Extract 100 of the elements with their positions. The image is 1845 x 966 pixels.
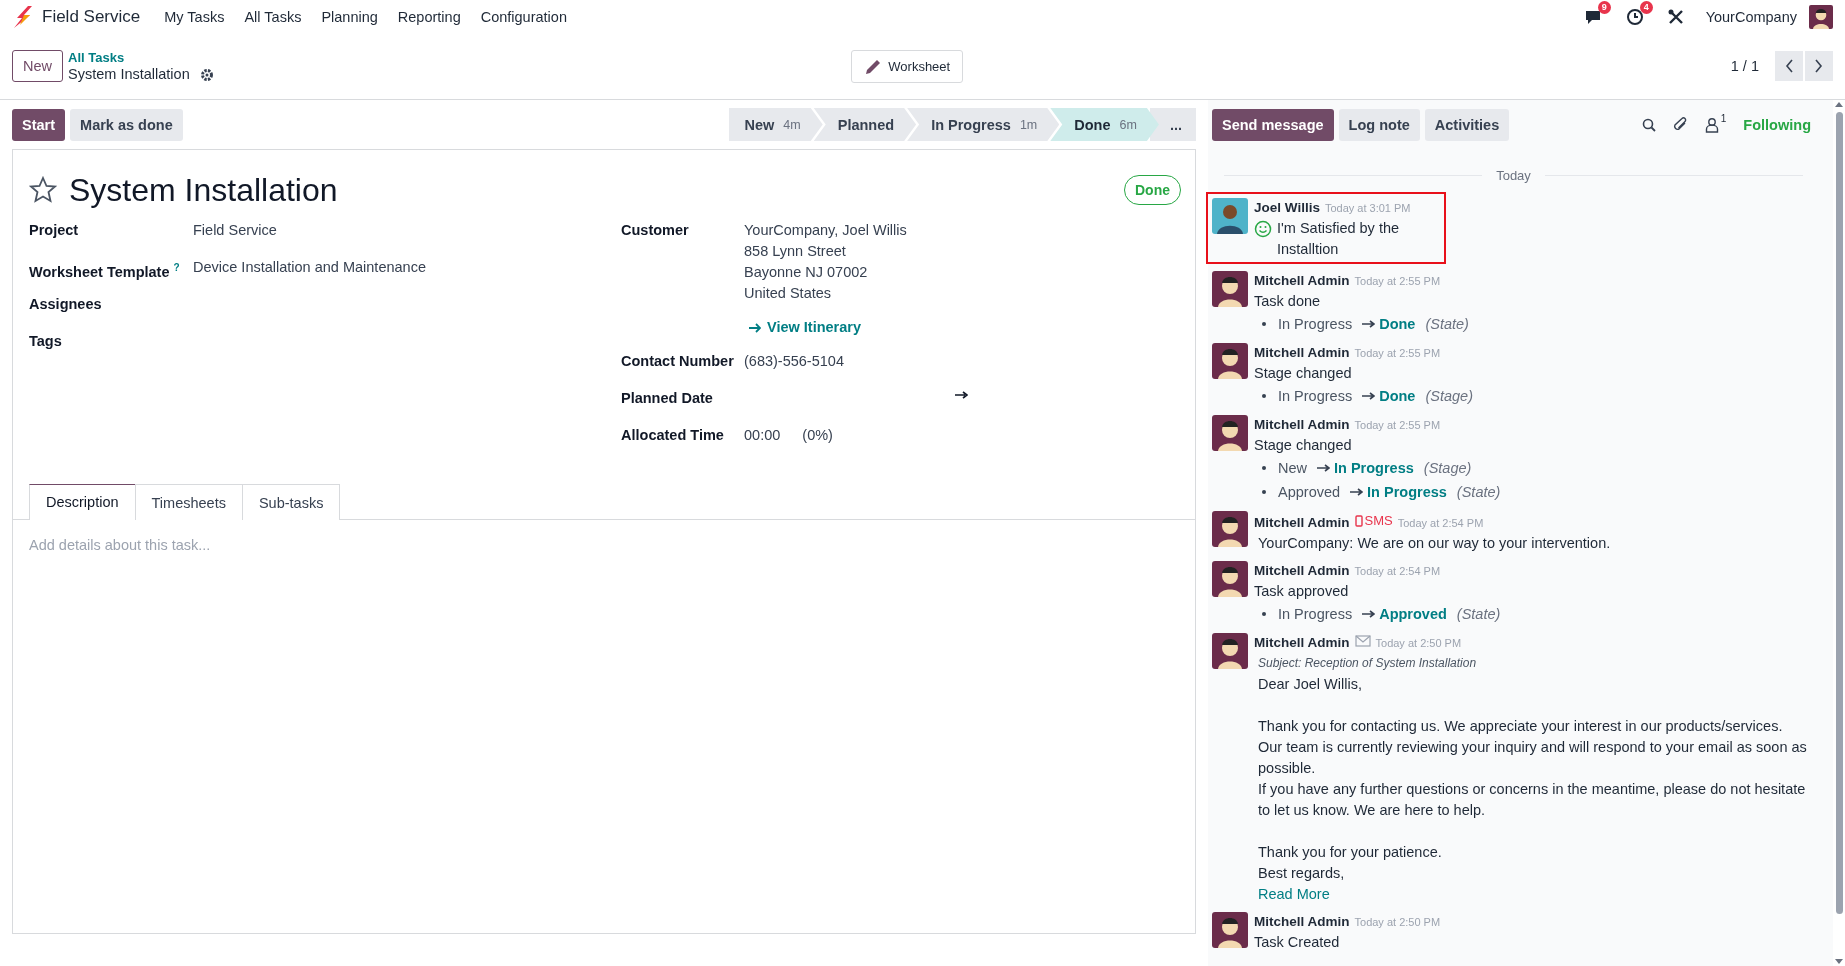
email-text: Our team is currently reviewing your inquiry and will respond to your email as soon as possible. [1258, 738, 1808, 778]
star-icon[interactable] [29, 176, 57, 204]
person-icon [1704, 116, 1719, 133]
email-text: Thank you for your patience. [1258, 843, 1443, 862]
arrow-right-icon [1350, 487, 1364, 497]
address-line[interactable]: YourCompany, Joel Willis [744, 220, 907, 241]
menu-item[interactable]: Configuration [470, 8, 577, 25]
envelope-icon [1354, 635, 1371, 647]
itinerary-link[interactable]: View Itinerary [748, 317, 907, 338]
app-logo-icon[interactable] [12, 5, 32, 28]
paperclip-icon[interactable] [1672, 117, 1688, 132]
log-note-button[interactable]: Log note [1338, 108, 1420, 141]
menu-item[interactable]: My Tasks [154, 8, 235, 25]
clock-icon[interactable] [1625, 7, 1644, 26]
arrow-right-icon [1317, 463, 1330, 473]
old-value: In Progress [1278, 605, 1353, 624]
old-value: In Progress [1278, 315, 1353, 334]
tab[interactable]: Timesheets [134, 484, 243, 520]
author-name[interactable]: Mitchell Admin [1254, 513, 1350, 533]
tools-icon[interactable] [1667, 8, 1684, 25]
send-message-button[interactable]: Send message [1212, 108, 1334, 141]
avatar [1212, 912, 1248, 948]
bullet-icon [1262, 612, 1266, 616]
field-value[interactable]: Field Service [193, 220, 277, 241]
app-name[interactable]: Field Service [42, 6, 141, 27]
old-value: New [1278, 459, 1307, 478]
field-label: Planned Date [621, 389, 714, 408]
stage-button[interactable]: New 4m [728, 108, 823, 141]
arrow-right-icon [1362, 609, 1376, 619]
avatar [1212, 415, 1248, 451]
field-label: Assignees [29, 296, 102, 312]
smiley-icon [1254, 220, 1272, 238]
stage-button[interactable]: Done 6m [1050, 108, 1159, 141]
message-time: Today at 2:55 PM [1354, 346, 1441, 361]
avatar [1212, 343, 1248, 379]
field-label: Contact Number [621, 352, 735, 371]
new-value: Done [1379, 387, 1416, 406]
tab[interactable]: Description [29, 484, 136, 520]
record-name: System Installation [68, 66, 190, 83]
activities-button[interactable]: Activities [1424, 108, 1510, 141]
author-name[interactable]: Mitchell Admin [1254, 912, 1350, 932]
author-name[interactable]: Mitchell Admin [1254, 561, 1350, 581]
worksheet-button[interactable]: Worksheet [851, 49, 964, 83]
next-button[interactable] [1805, 51, 1833, 81]
tab[interactable]: Sub-tasks [241, 484, 341, 520]
chevron-right-icon [1814, 59, 1824, 73]
menu-item[interactable]: Planning [311, 8, 388, 25]
breadcrumb-link[interactable]: All Tasks [68, 49, 214, 66]
scrollbar[interactable] [1833, 100, 1845, 966]
menu-item[interactable]: All Tasks [234, 8, 312, 25]
chat-icon[interactable] [1583, 8, 1602, 25]
menu-item[interactable]: Reporting [387, 8, 471, 25]
notification-badge: 9 [1597, 1, 1611, 14]
avatar [1212, 511, 1248, 547]
author-name[interactable]: Mitchell Admin [1254, 633, 1350, 653]
pencil-icon [864, 57, 882, 75]
avatar[interactable] [1809, 4, 1833, 29]
scroll-down-icon [1834, 958, 1844, 966]
old-value: Approved [1278, 483, 1341, 502]
read-more-link[interactable]: Read More [1258, 886, 1330, 902]
previous-button[interactable] [1775, 51, 1803, 81]
field-name: (State) [1456, 483, 1501, 502]
message-body: YourCompany: We are on our way to your intervention. [1257, 534, 1612, 553]
field-value[interactable]: (683)-556-5104 [744, 351, 844, 372]
email-text: Dear Joel Willis, [1258, 675, 1363, 694]
more-stages-button[interactable]: ... [1149, 108, 1196, 141]
arrow-right-icon [1362, 391, 1376, 401]
field-value[interactable]: 00:00 [744, 425, 781, 446]
new-value: Done [1379, 315, 1416, 334]
message-time: Today at 2:55 PM [1354, 418, 1441, 433]
author-name[interactable]: Mitchell Admin [1254, 415, 1350, 435]
stage-button[interactable]: In Progress 1m [907, 108, 1060, 141]
date-separator: Today [1496, 168, 1531, 183]
sms-tag: SMS [1354, 511, 1393, 531]
bullet-icon [1262, 322, 1266, 326]
help-icon[interactable]: ? [173, 262, 180, 273]
author-name[interactable]: Mitchell Admin [1254, 271, 1350, 291]
field-name: (State) [1425, 315, 1469, 334]
stage-button[interactable]: Planned [813, 108, 917, 141]
field-name: (Stage) [1423, 459, 1472, 478]
address-line[interactable]: 858 Lynn Street [744, 241, 907, 262]
field-value[interactable]: Device Installation and Maintenance [193, 257, 426, 278]
field-label: Allocated Time [621, 426, 725, 445]
company-switcher[interactable]: YourCompany [1705, 8, 1797, 25]
new-button[interactable]: New [12, 50, 63, 82]
followers-button[interactable]: 1 [1704, 116, 1727, 133]
record-title: System Installation [69, 171, 339, 209]
address-line[interactable]: Bayonne NJ 07002 [744, 262, 907, 283]
email-text: Best regards, [1258, 864, 1346, 883]
bullet-icon [1262, 490, 1266, 494]
percent-value: (0%) [802, 426, 833, 445]
gear-icon[interactable] [199, 67, 214, 82]
start-button[interactable]: Start [12, 108, 66, 141]
author-name[interactable]: Joel Willis [1254, 198, 1320, 218]
author-name[interactable]: Mitchell Admin [1254, 343, 1350, 363]
address-line[interactable]: United States [744, 283, 907, 304]
mark-done-button[interactable]: Mark as done [70, 108, 183, 141]
search-icon[interactable] [1641, 117, 1656, 132]
message-body: Task Created [1254, 933, 1341, 952]
scroll-up-icon [1834, 100, 1844, 108]
